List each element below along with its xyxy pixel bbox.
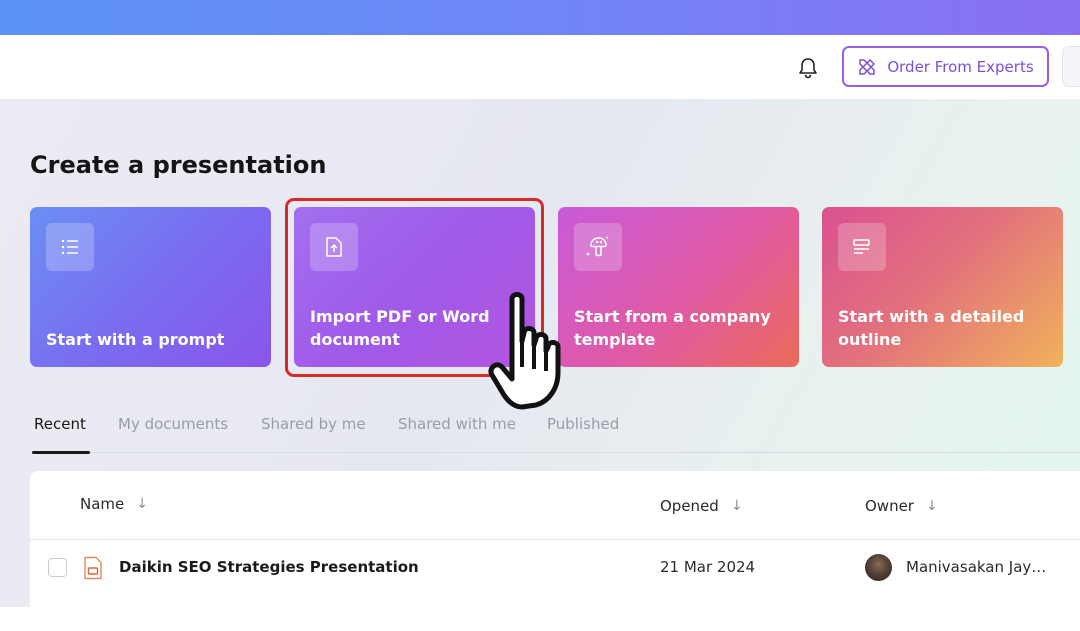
tab-published[interactable]: Published (547, 415, 619, 453)
list-icon (46, 223, 94, 271)
header-secondary-button[interactable] (1062, 46, 1080, 87)
row-checkbox[interactable] (48, 558, 67, 577)
document-name[interactable]: Daikin SEO Strategies Presentation (119, 558, 419, 576)
order-button-label: Order From Experts (887, 57, 1034, 76)
column-header-name[interactable]: Name ↓ (80, 495, 148, 513)
header: Order From Experts (0, 35, 1080, 99)
opened-date: 21 Mar 2024 (660, 558, 756, 576)
bell-icon[interactable] (795, 55, 821, 81)
card-detailed-outline[interactable]: Start with a detailed outline (822, 207, 1063, 367)
column-label: Owner (865, 497, 914, 515)
avatar (865, 554, 892, 581)
card-label: Import PDF or Word document (310, 307, 490, 349)
column-header-owner[interactable]: Owner ↓ (865, 497, 938, 515)
presentation-file-icon (83, 556, 103, 580)
column-label: Name (80, 495, 125, 513)
order-from-experts-button[interactable]: Order From Experts (842, 46, 1049, 87)
sort-arrow-icon: ↓ (136, 496, 148, 512)
document-tabs: Recent My documents Shared by me Shared … (30, 409, 1080, 454)
card-label: Start with a detailed outline (838, 307, 1025, 349)
top-gradient-bar (0, 0, 1080, 35)
page-title: Create a presentation (30, 151, 327, 179)
card-label: Start with a prompt (46, 330, 225, 349)
mushroom-sparkle-icon (574, 223, 622, 271)
main-area: Create a presentation Start with a promp… (0, 99, 1080, 631)
tab-shared-with-me[interactable]: Shared with me (398, 415, 516, 453)
tab-shared-by-me[interactable]: Shared by me (261, 415, 366, 453)
outline-icon (838, 223, 886, 271)
column-header-opened[interactable]: Opened ↓ (660, 497, 743, 515)
card-import-pdf-word[interactable]: Import PDF or Word document (294, 207, 535, 367)
tab-recent[interactable]: Recent (32, 415, 90, 454)
pen-ruler-icon (857, 57, 877, 77)
sort-arrow-icon: ↓ (730, 498, 743, 514)
card-label: Start from a company template (574, 307, 771, 349)
owner-name: Manivasakan Jay… (906, 558, 1047, 576)
file-upload-icon (310, 223, 358, 271)
card-company-template[interactable]: Start from a company template (558, 207, 799, 367)
documents-table: Name ↓ Opened ↓ Owner ↓ Daikin SEO Strat… (30, 471, 1080, 631)
column-label: Opened (660, 497, 719, 515)
tab-my-documents[interactable]: My documents (118, 415, 228, 453)
card-start-with-prompt[interactable]: Start with a prompt (30, 207, 271, 367)
sort-arrow-icon: ↓ (925, 498, 938, 514)
table-row[interactable]: Daikin SEO Strategies Presentation 21 Ma… (30, 540, 1080, 597)
